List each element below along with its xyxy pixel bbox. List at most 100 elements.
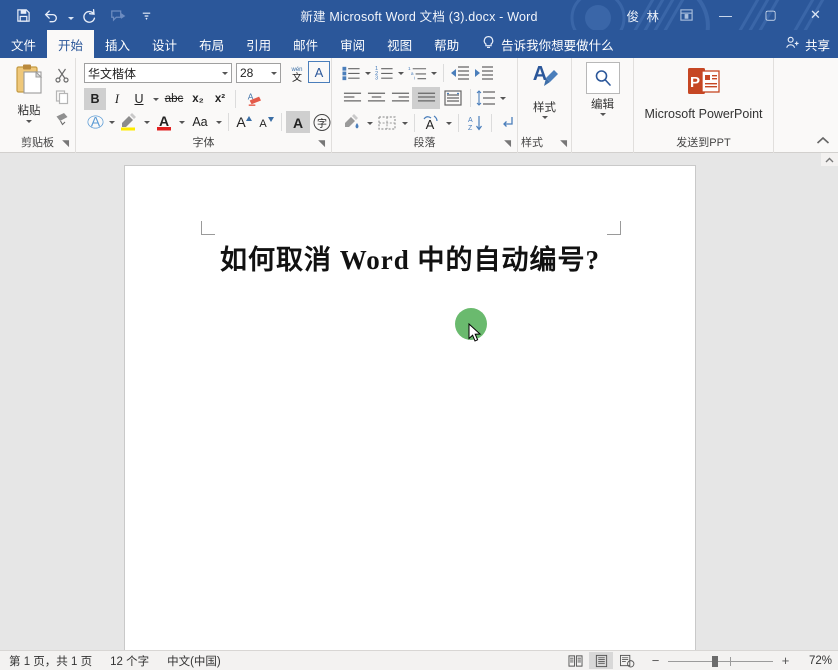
font-name-dropdown-icon[interactable]: [222, 72, 228, 75]
superscript-button[interactable]: x²: [209, 88, 231, 110]
print-layout-view-button[interactable]: [589, 652, 613, 669]
tab-file[interactable]: 文件: [0, 30, 47, 58]
borders-dropdown-icon[interactable]: [399, 112, 410, 134]
styles-dialog-launcher[interactable]: ◥: [560, 138, 567, 149]
font-size-combobox[interactable]: 28: [236, 63, 281, 83]
styles-button[interactable]: A 样式: [518, 62, 571, 119]
numbering-button[interactable]: 123: [373, 62, 395, 84]
tab-help[interactable]: 帮助: [423, 30, 470, 58]
bullets-dropdown-icon[interactable]: [362, 62, 373, 84]
undo-dropdown-icon[interactable]: [66, 3, 75, 27]
zoom-out-button[interactable]: −: [649, 653, 662, 668]
change-case-dropdown-icon[interactable]: [213, 111, 224, 133]
search-icon: [586, 62, 620, 94]
format-painter-button[interactable]: [50, 108, 74, 130]
paste-dropdown-icon[interactable]: [26, 120, 32, 123]
user-account-name[interactable]: 俊 林: [627, 6, 669, 25]
maximize-button[interactable]: ▢: [748, 0, 793, 30]
word-count[interactable]: 12 个字: [101, 653, 158, 669]
copy-button[interactable]: [50, 86, 74, 108]
clear-formatting-button[interactable]: A: [240, 88, 264, 110]
highlight-dropdown-icon[interactable]: [141, 111, 152, 133]
enclose-characters-button[interactable]: 字: [310, 111, 334, 133]
paragraph-dialog-launcher[interactable]: ◥: [504, 138, 511, 149]
zoom-level-label[interactable]: 72%: [798, 655, 832, 667]
underline-dropdown-icon[interactable]: [150, 88, 161, 110]
font-size-dropdown-icon[interactable]: [271, 72, 277, 75]
bullets-button[interactable]: [340, 62, 362, 84]
font-name-combobox[interactable]: 华文楷体: [84, 63, 232, 83]
save-icon[interactable]: [10, 3, 36, 27]
shading-button[interactable]: [340, 112, 364, 134]
tab-insert[interactable]: 插入: [94, 30, 141, 58]
tab-home[interactable]: 开始: [47, 30, 94, 58]
character-shading-button[interactable]: A: [286, 111, 310, 133]
align-right-button[interactable]: [388, 87, 412, 109]
zoom-in-button[interactable]: +: [779, 653, 792, 668]
align-center-button[interactable]: [364, 87, 388, 109]
italic-button[interactable]: I: [106, 88, 128, 110]
editing-dropdown-icon[interactable]: [600, 113, 606, 116]
decrease-indent-button[interactable]: [448, 62, 472, 84]
tab-references[interactable]: 引用: [235, 30, 282, 58]
redo-icon[interactable]: [77, 3, 103, 27]
customize-quick-access-icon[interactable]: [133, 3, 159, 27]
shading-dropdown-icon[interactable]: [364, 112, 375, 134]
read-mode-view-button[interactable]: [563, 652, 587, 669]
minimize-button[interactable]: —: [703, 0, 748, 30]
document-page[interactable]: 如何取消 Word 中的自动编号?: [125, 166, 695, 670]
increase-indent-button[interactable]: [472, 62, 496, 84]
distribute-button[interactable]: [440, 87, 466, 109]
paste-button[interactable]: 粘贴: [6, 62, 52, 123]
text-highlight-color-button[interactable]: [117, 111, 141, 133]
justify-button[interactable]: [412, 87, 440, 109]
tab-view[interactable]: 视图: [376, 30, 423, 58]
close-button[interactable]: ✕: [793, 0, 838, 30]
font-color-button[interactable]: A: [152, 111, 176, 133]
share-button[interactable]: 共享: [785, 30, 830, 58]
grow-font-button[interactable]: A: [233, 111, 255, 133]
undo-icon[interactable]: [38, 3, 64, 27]
zoom-slider[interactable]: [668, 655, 773, 667]
tab-layout[interactable]: 布局: [188, 30, 235, 58]
start-presentation-icon[interactable]: [105, 3, 131, 27]
line-spacing-button[interactable]: [475, 87, 497, 109]
collapse-ribbon-icon[interactable]: [816, 136, 830, 149]
text-effects-button[interactable]: A: [308, 61, 330, 83]
asian-layout-dropdown-icon[interactable]: [443, 112, 454, 134]
clipboard-dialog-launcher[interactable]: ◥: [62, 138, 69, 149]
tab-review[interactable]: 审阅: [329, 30, 376, 58]
editing-button[interactable]: 编辑: [572, 62, 633, 116]
page-info[interactable]: 第 1 页，共 1 页: [0, 653, 101, 669]
text-highlight-effects-button[interactable]: A: [84, 111, 106, 133]
font-dialog-launcher[interactable]: ◥: [318, 138, 325, 149]
borders-button[interactable]: [375, 112, 399, 134]
sort-button[interactable]: A Z: [463, 112, 487, 134]
web-layout-view-button[interactable]: [615, 652, 639, 669]
underline-button[interactable]: U: [128, 88, 150, 110]
text-effects-dropdown-icon[interactable]: [106, 111, 117, 133]
align-left-button[interactable]: [340, 87, 364, 109]
styles-dropdown-icon[interactable]: [542, 116, 548, 119]
line-spacing-dropdown-icon[interactable]: [497, 87, 508, 109]
powerpoint-button[interactable]: P Microsoft PowerPoint: [634, 66, 773, 121]
ribbon-display-options-icon[interactable]: [669, 0, 703, 30]
change-case-button[interactable]: Aa: [187, 111, 213, 133]
cut-button[interactable]: [50, 64, 74, 86]
scroll-up-button[interactable]: [821, 153, 838, 166]
tab-design[interactable]: 设计: [141, 30, 188, 58]
show-formatting-marks-button[interactable]: [496, 112, 520, 134]
tab-mailings[interactable]: 邮件: [282, 30, 329, 58]
subscript-button[interactable]: x₂: [187, 88, 209, 110]
asian-layout-button[interactable]: A: [419, 112, 443, 134]
bold-button[interactable]: B: [84, 88, 106, 110]
multilevel-dropdown-icon[interactable]: [428, 62, 439, 84]
multilevel-list-button[interactable]: 1ai: [406, 62, 428, 84]
tell-me-box[interactable]: 告诉我你想要做什么: [470, 30, 614, 58]
shrink-font-button[interactable]: A: [255, 111, 277, 133]
language-indicator[interactable]: 中文(中国): [158, 653, 230, 669]
phonetic-guide-button[interactable]: wén 文: [286, 62, 308, 84]
numbering-dropdown-icon[interactable]: [395, 62, 406, 84]
font-color-dropdown-icon[interactable]: [176, 111, 187, 133]
zoom-slider-thumb[interactable]: [712, 656, 718, 667]
